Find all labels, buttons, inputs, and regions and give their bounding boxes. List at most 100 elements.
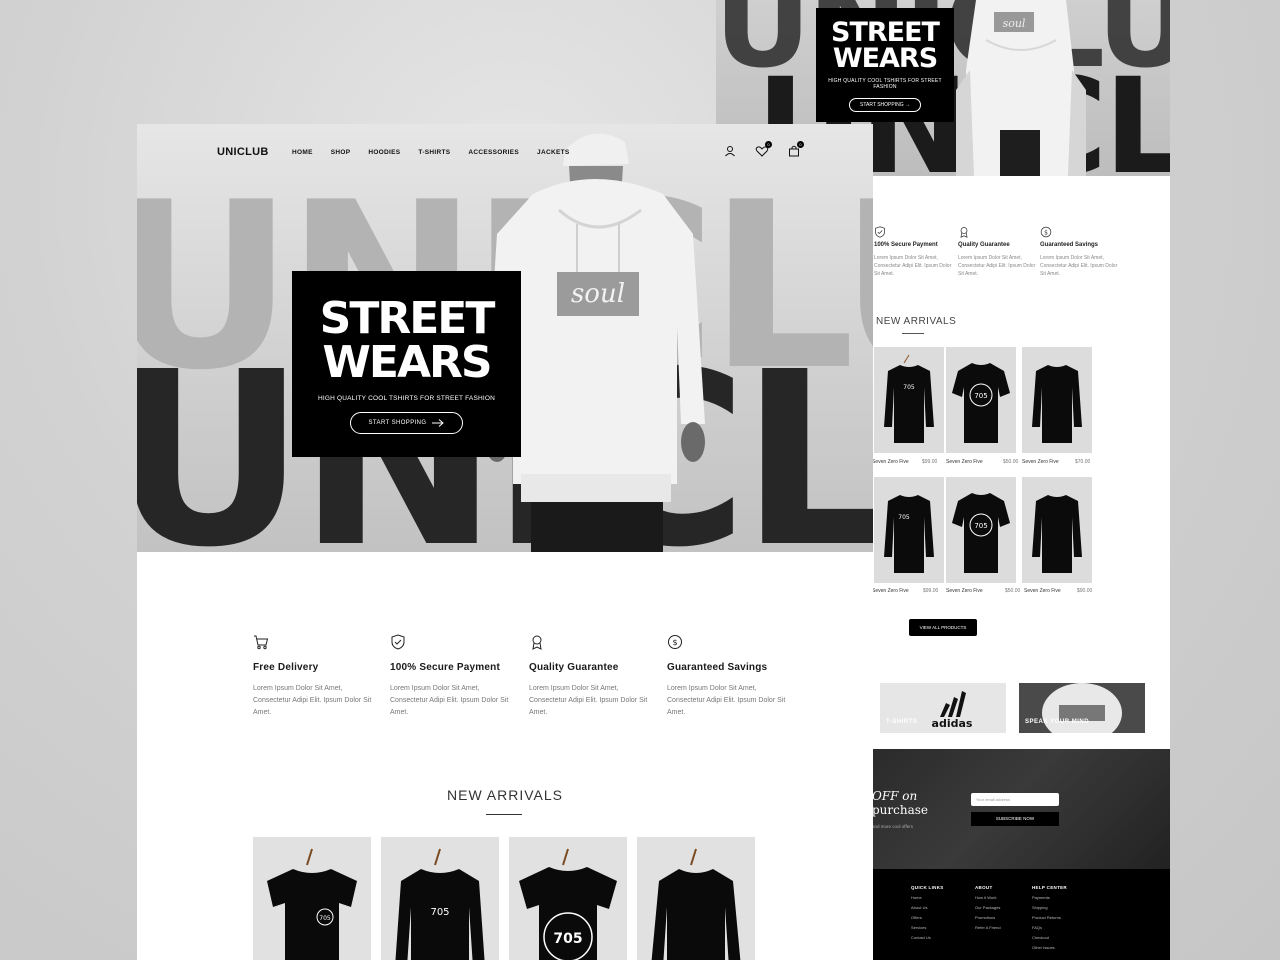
view-all-products-button[interactable]: VIEW ALL PRODUCTS	[909, 619, 977, 636]
back-product-card[interactable]: 705	[874, 477, 944, 583]
hero-banner: STREET WEARS HIGH QUALITY COOL TSHIRTS F…	[292, 271, 521, 457]
back-feature-quality: Quality Guarantee Lorem Ipsum Dolor Sit …	[958, 226, 1038, 278]
feature-guaranteed-savings: $ Guaranteed Savings Lorem Ipsum Dolor S…	[667, 634, 787, 719]
product-card[interactable]: 705	[253, 837, 371, 960]
back-start-shopping-button[interactable]: START SHOPPING →	[848, 98, 921, 112]
product-price: $90.00	[1077, 588, 1093, 594]
product-name: Seven Zero Five	[872, 459, 909, 465]
back-product-card[interactable]: 705	[946, 347, 1016, 453]
footer-link[interactable]: Our Packages	[975, 905, 1001, 910]
footer-link[interactable]: Home	[911, 895, 944, 900]
back-hero-title-2: WEARS	[832, 43, 938, 74]
award-icon	[532, 635, 542, 650]
top-navbar: UNICLUB HOME SHOP HOODIES T-SHIRTS ACCES…	[137, 124, 873, 180]
promo-headline: OFF on purchase	[872, 789, 928, 817]
shirt-image: 705	[884, 354, 934, 443]
product-name: Seven Zero Five	[872, 588, 909, 594]
hero-title-1: STREET	[319, 293, 496, 344]
shirt-image: 705	[884, 495, 934, 573]
footer-link[interactable]: FAQs	[1032, 925, 1067, 930]
nav-jackets[interactable]: JACKETS	[537, 149, 569, 156]
subscribe-button[interactable]: SUBSCRIBE NOW	[971, 812, 1059, 826]
back-product-card[interactable]: 705	[946, 477, 1016, 583]
shirt-image: 705	[267, 848, 357, 960]
hero-section: UNICLUB UNICLUB soul STREET	[137, 124, 873, 552]
footer-link[interactable]: Product Returns	[1032, 915, 1067, 920]
feature-title: Quality Guarantee	[958, 242, 1010, 248]
product-price: $70.00	[1075, 459, 1091, 465]
nav-hoodies[interactable]: HOODIES	[368, 149, 400, 156]
nav-shop[interactable]: SHOP	[331, 149, 351, 156]
product-card[interactable]	[637, 837, 755, 960]
user-icon[interactable]	[723, 144, 737, 158]
feature-desc: Lorem Ipsum Dolor Sit Amet, Consectetur …	[390, 685, 509, 716]
feature-title: 100% Secure Payment	[390, 662, 500, 673]
footer-link[interactable]: Other Issues	[1032, 945, 1067, 950]
footer-link[interactable]: Promotions	[975, 915, 1001, 920]
back-feature-savings: $ Guaranteed Savings Lorem Ipsum Dolor S…	[1040, 226, 1120, 278]
arrow-right-icon	[432, 419, 445, 427]
divider	[902, 333, 924, 334]
feature-desc: Lorem Ipsum Dolor Sit Amet, Consectetur …	[253, 685, 372, 716]
footer-link[interactable]: Refer A Friend	[975, 925, 1001, 930]
wishlist-count-badge: 0	[765, 141, 772, 148]
footer-link[interactable]: About Us	[911, 905, 944, 910]
nav-tshirts[interactable]: T-SHIRTS	[418, 149, 450, 156]
product-name: Seven Zero Five	[1024, 588, 1061, 594]
cart-button[interactable]: 0	[787, 141, 804, 158]
category-tile-tshirts[interactable]: adidas T-SHIRTS	[880, 683, 1006, 733]
category-label: T-SHIRTS	[886, 719, 918, 725]
promo-line-2: purchase	[872, 803, 929, 817]
footer-link[interactable]: Services	[911, 925, 944, 930]
shirt-image	[1032, 495, 1082, 573]
footer-link[interactable]: Contact Us	[911, 935, 944, 940]
model-photo: soul	[956, 0, 1086, 176]
hero-subtitle: HIGH QUALITY COOL TSHIRTS FOR STREET FAS…	[317, 395, 496, 402]
back-product-card[interactable]: 705	[874, 347, 944, 453]
footer-link[interactable]: Checkout	[1032, 935, 1067, 940]
back-product-card[interactable]	[1022, 347, 1092, 453]
feature-title: 100% Secure Payment	[874, 242, 938, 248]
product-price: $50.00	[1005, 588, 1021, 594]
footer-link[interactable]: Shipping	[1032, 905, 1067, 910]
product-card[interactable]: 705	[509, 837, 627, 960]
product-card[interactable]: 705	[381, 837, 499, 960]
footer-col-help: HELP CENTER Payments Shipping Product Re…	[1032, 885, 1067, 950]
category-label: SPEAK YOUR MIND	[1025, 719, 1090, 725]
shirt-print: 705	[553, 931, 582, 947]
wishlist-button[interactable]: 0	[755, 141, 772, 158]
feature-desc: Lorem Ipsum Dolor Sit Amet, Consectetur …	[667, 685, 786, 716]
shirt-image: 705	[519, 848, 617, 960]
main-nav: HOME SHOP HOODIES T-SHIRTS ACCESSORIES J…	[292, 149, 570, 156]
feature-title: Free Delivery	[253, 662, 319, 673]
feature-title: Guaranteed Savings	[667, 662, 768, 673]
nav-accessories[interactable]: ACCESSORIES	[468, 149, 519, 156]
footer-link[interactable]: Offers	[911, 915, 944, 920]
shopping-cart-icon	[254, 635, 269, 650]
svg-text:soul: soul	[1003, 17, 1026, 30]
newsletter-email-input[interactable]: Your email address	[971, 793, 1059, 806]
shield-check-icon	[875, 226, 885, 238]
product-name: Seven Zero Five	[946, 588, 983, 594]
shirt-image	[1032, 365, 1082, 443]
feature-free-delivery: Free Delivery Lorem Ipsum Dolor Sit Amet…	[253, 634, 373, 719]
dollar-icon: $	[1040, 226, 1052, 238]
feature-title: Quality Guarantee	[529, 662, 619, 673]
feature-desc: Lorem Ipsum Dolor Sit Amet, Consectetur …	[958, 255, 1036, 277]
footer-link[interactable]: Payments	[1032, 895, 1067, 900]
back-hero-subtitle: HIGH QUALITY COOL TSHIRTS FOR STREET FAS…	[828, 78, 942, 90]
shirt-print: 705	[319, 915, 331, 922]
shirt-print: 705	[430, 907, 449, 918]
svg-text:$: $	[1044, 229, 1048, 236]
back-product-card[interactable]	[1022, 477, 1092, 583]
start-shopping-button[interactable]: START SHOPPING	[349, 412, 464, 434]
site-logo[interactable]: UNICLUB	[217, 146, 269, 158]
category-tile-speak[interactable]: SPEAK YOUR MIND	[1019, 683, 1145, 733]
nav-home[interactable]: HOME	[292, 149, 313, 156]
new-arrivals-title: NEW ARRIVALS	[447, 787, 563, 803]
footer-heading: QUICK LINKS	[911, 885, 944, 890]
footer-link[interactable]: How it Work	[975, 895, 1001, 900]
divider	[486, 814, 522, 815]
feature-secure-payment: 100% Secure Payment Lorem Ipsum Dolor Si…	[390, 634, 510, 719]
promo-line-1: OFF on	[872, 789, 918, 803]
